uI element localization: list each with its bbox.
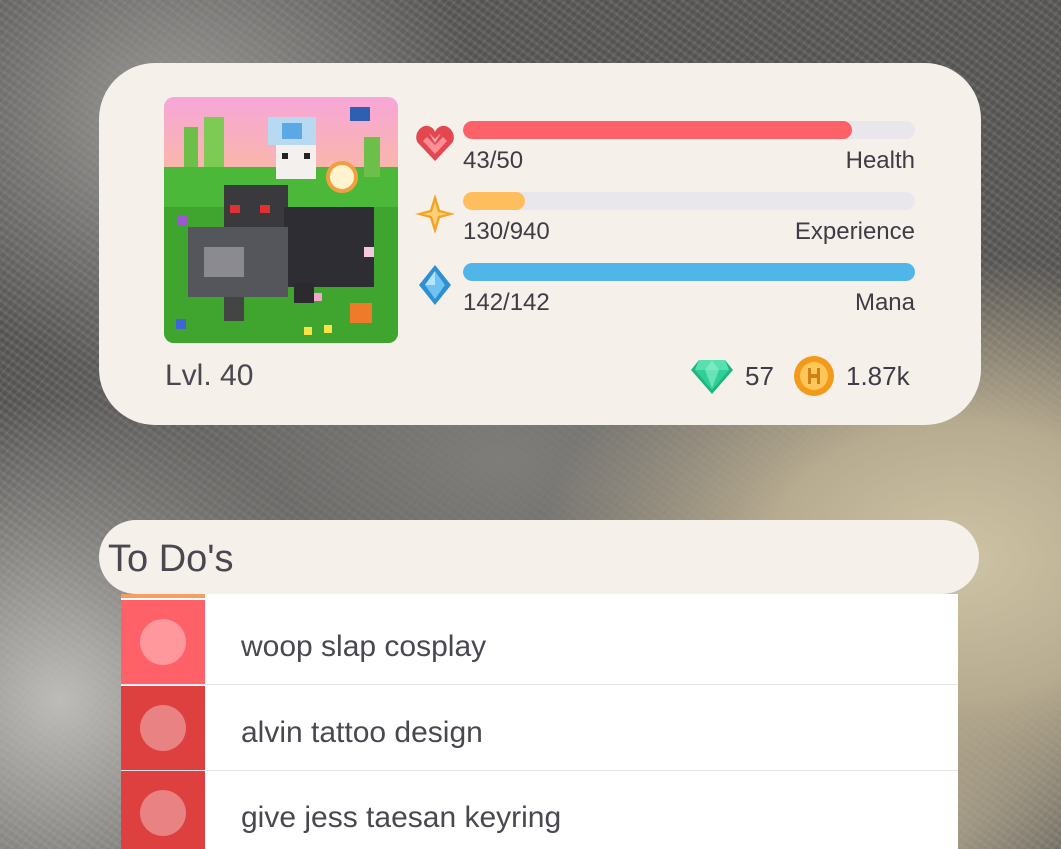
todos-title: To Do's <box>108 538 234 580</box>
gold-value: 1.87k <box>846 360 910 391</box>
mana-bar-fill <box>463 263 915 281</box>
mana-value: 142/142 <box>463 289 550 316</box>
experience-bar-fill <box>463 192 526 210</box>
gem-icon <box>691 360 733 394</box>
health-value: 43/50 <box>463 147 524 174</box>
todos-header[interactable]: To Do's <box>99 520 979 594</box>
list-item[interactable]: woop slap cosplay <box>121 600 958 685</box>
star-icon <box>415 194 455 234</box>
stats-card: Lvl. 40 43/50 Health 130/940 Experience <box>99 63 981 425</box>
avatar[interactable] <box>164 97 398 343</box>
experience-label: Experience <box>794 218 915 245</box>
experience-stat: 130/940 Experience <box>415 192 915 252</box>
mana-bar <box>463 263 915 281</box>
list-item[interactable]: alvin tattoo design <box>121 686 958 771</box>
list-item[interactable]: give jess taesan keyring <box>121 771 958 849</box>
gold-coin-icon <box>794 356 834 396</box>
heart-icon <box>416 125 454 161</box>
todo-text: woop slap cosplay <box>241 630 487 663</box>
mana-stat: 142/142 Mana <box>415 263 915 323</box>
experience-bar <box>463 192 915 210</box>
todo-checkbox[interactable] <box>121 771 205 849</box>
mana-label: Mana <box>854 289 915 316</box>
todo-text: give jess taesan keyring <box>241 801 562 834</box>
mana-crystal-icon <box>419 265 451 305</box>
todo-text: alvin tattoo design <box>241 716 483 749</box>
todo-list-accent <box>121 594 205 598</box>
health-bar-fill <box>463 121 852 139</box>
gems-value: 57 <box>745 360 774 391</box>
todo-checkbox[interactable] <box>121 686 205 770</box>
avatar-pixel-art <box>164 97 398 343</box>
level-label: Lvl. 40 <box>165 359 254 392</box>
health-label: Health <box>845 147 915 174</box>
gems-counter[interactable]: 57 <box>691 356 774 396</box>
todo-list: woop slap cosplay alvin tattoo design gi… <box>121 594 958 849</box>
health-stat: 43/50 Health <box>415 121 915 181</box>
experience-value: 130/940 <box>463 218 550 245</box>
gold-counter[interactable]: 1.87k <box>794 356 910 396</box>
checkbox-circle-icon <box>140 790 186 836</box>
health-bar <box>463 121 915 139</box>
todo-checkbox[interactable] <box>121 600 205 684</box>
checkbox-circle-icon <box>140 705 186 751</box>
checkbox-circle-icon <box>140 619 186 665</box>
